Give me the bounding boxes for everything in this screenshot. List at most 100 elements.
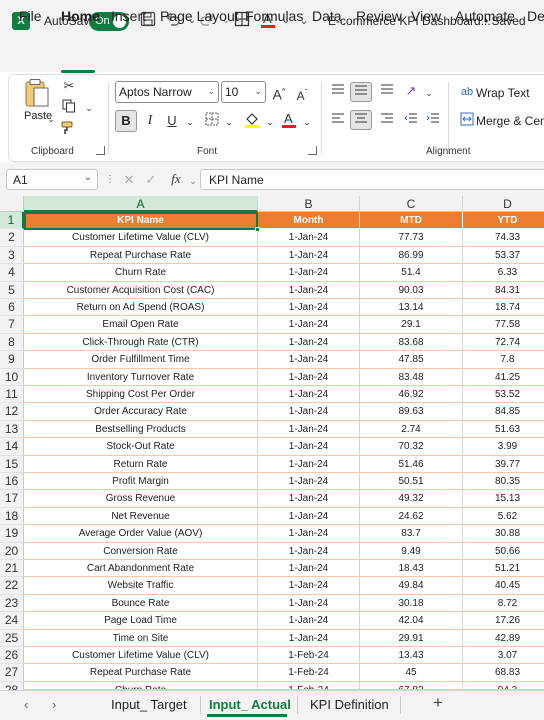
table-cell[interactable]: 1-Jan-24 xyxy=(258,386,360,404)
tab-insert[interactable]: Insert xyxy=(111,8,146,24)
row-header[interactable]: 13 xyxy=(0,420,24,439)
table-cell[interactable]: Customer Acquisition Cost (CAC) xyxy=(24,281,258,299)
table-cell[interactable]: 50.51 xyxy=(360,473,463,491)
table-cell[interactable]: 1-Jan-24 xyxy=(258,368,360,386)
table-cell[interactable]: Shipping Cost Per Order xyxy=(24,386,258,404)
table-cell[interactable]: 24.62 xyxy=(360,507,463,526)
table-cell[interactable]: 1-Jan-24 xyxy=(258,560,360,578)
add-sheet-button[interactable]: + xyxy=(433,693,443,713)
table-cell[interactable]: 51.63 xyxy=(463,421,544,439)
tab-data[interactable]: Data xyxy=(312,8,342,24)
align-middle-icon[interactable] xyxy=(350,82,372,102)
table-cell[interactable]: 18.43 xyxy=(360,560,463,578)
more-options-icon[interactable]: ⋮ xyxy=(101,171,119,189)
table-cell[interactable]: 83.48 xyxy=(360,368,463,386)
table-cell[interactable]: 1-Feb-24 xyxy=(258,664,360,682)
tab-file[interactable]: File xyxy=(19,8,42,24)
table-cell[interactable]: 53.37 xyxy=(463,247,544,265)
table-cell[interactable]: Click-Through Rate (CTR) xyxy=(24,333,258,352)
paste-icon[interactable] xyxy=(24,78,50,108)
column-header[interactable]: D xyxy=(463,196,544,212)
row-header[interactable]: 27 xyxy=(0,664,24,682)
sheet-tab-input-actual[interactable]: Input_ Actual xyxy=(209,697,291,712)
borders-dropdown-icon[interactable]: ⌄ xyxy=(220,113,238,131)
header-cell[interactable]: KPI Name xyxy=(24,212,258,230)
font-color-icon[interactable]: A xyxy=(280,111,298,129)
row-header[interactable]: 21 xyxy=(0,560,24,578)
table-cell[interactable]: 1-Jan-24 xyxy=(258,542,360,560)
borders-icon[interactable] xyxy=(203,112,221,130)
font-launcher-icon[interactable] xyxy=(308,146,317,155)
table-cell[interactable]: 1-Jan-24 xyxy=(258,420,360,439)
row-header[interactable]: 18 xyxy=(0,507,24,526)
row-header[interactable]: 11 xyxy=(0,386,24,404)
tab-view[interactable]: View xyxy=(411,8,441,24)
table-cell[interactable]: 86.99 xyxy=(360,246,463,265)
row-header[interactable]: 6 xyxy=(0,299,24,317)
table-cell[interactable]: Return Rate xyxy=(24,455,258,473)
column-header[interactable]: A xyxy=(24,196,258,212)
name-box[interactable]: A1 ⌄ xyxy=(6,169,98,190)
table-cell[interactable]: Order Fulfillment Time xyxy=(24,351,258,369)
fill-handle[interactable] xyxy=(255,227,260,232)
row-header[interactable]: 19 xyxy=(0,525,24,543)
table-cell[interactable]: 77.58 xyxy=(463,316,544,334)
table-cell[interactable]: 68.83 xyxy=(463,664,544,682)
table-cell[interactable]: Website Traffic xyxy=(24,577,258,595)
orientation-dropdown-icon[interactable]: ⌄ xyxy=(420,84,438,102)
table-cell[interactable]: 1-Jan-24 xyxy=(258,629,360,647)
merge-center-icon[interactable] xyxy=(458,112,476,130)
tab-review[interactable]: Review xyxy=(356,8,402,24)
table-cell[interactable]: 13.43 xyxy=(360,647,463,665)
table-cell[interactable]: 6.33 xyxy=(463,264,544,282)
align-bottom-icon[interactable] xyxy=(378,82,396,100)
underline-dropdown-icon[interactable]: ⌄ xyxy=(181,113,199,131)
bold-button[interactable]: B xyxy=(115,110,137,132)
shrink-font-icon[interactable]: Aˇ xyxy=(293,84,311,103)
sheet-tab-input-target[interactable]: Input_ Target xyxy=(111,697,187,712)
table-cell[interactable]: 1-Jan-24 xyxy=(258,246,360,265)
cut-icon[interactable]: ✂ xyxy=(60,77,78,95)
table-cell[interactable]: Bestselling Products xyxy=(24,420,258,439)
table-cell[interactable]: 84.85 xyxy=(463,403,544,421)
tab-developer[interactable]: Dev xyxy=(527,8,544,24)
table-cell[interactable]: Net Revenue xyxy=(24,507,258,526)
enter-entry-icon[interactable]: ✓ xyxy=(142,171,160,189)
decrease-indent-icon[interactable] xyxy=(402,111,420,129)
row-header[interactable]: 3 xyxy=(0,246,24,265)
table-cell[interactable]: Cart Abandonment Rate xyxy=(24,560,258,578)
align-right-icon[interactable] xyxy=(378,111,396,129)
table-cell[interactable]: 51.46 xyxy=(360,455,463,473)
table-cell[interactable]: 83.68 xyxy=(360,333,463,352)
row-header[interactable]: 7 xyxy=(0,316,24,334)
table-cell[interactable]: 53.52 xyxy=(463,386,544,404)
table-cell[interactable]: 46.92 xyxy=(360,386,463,404)
table-cell[interactable]: 13.14 xyxy=(360,299,463,317)
row-header[interactable]: 22 xyxy=(0,577,24,595)
table-cell[interactable]: 2.74 xyxy=(360,420,463,439)
align-top-icon[interactable] xyxy=(329,82,347,100)
paste-dropdown-icon[interactable]: ⌄ xyxy=(42,110,60,128)
cancel-entry-icon[interactable]: ✕ xyxy=(120,171,138,189)
table-cell[interactable]: Page Load Time xyxy=(24,612,258,630)
column-header[interactable]: C xyxy=(360,196,463,212)
table-cell[interactable]: 1-Feb-24 xyxy=(258,681,360,690)
column-header[interactable]: B xyxy=(258,196,360,212)
table-cell[interactable]: Profit Margin xyxy=(24,473,258,491)
table-cell[interactable]: 29.1 xyxy=(360,316,463,334)
fill-color-dropdown-icon[interactable]: ⌄ xyxy=(261,113,279,131)
table-cell[interactable]: Repeat Purchase Rate xyxy=(24,664,258,682)
table-cell[interactable]: 1-Jan-24 xyxy=(258,577,360,595)
row-header[interactable]: 20 xyxy=(0,542,24,560)
table-cell[interactable]: 42.89 xyxy=(463,630,544,647)
table-cell[interactable]: 39.77 xyxy=(463,456,544,473)
table-cell[interactable]: 89.63 xyxy=(360,403,463,421)
header-cell[interactable]: YTD xyxy=(463,212,544,230)
table-cell[interactable]: 18.74 xyxy=(463,299,544,317)
copy-dropdown-icon[interactable]: ⌄ xyxy=(80,99,98,117)
table-cell[interactable]: 17.26 xyxy=(463,612,544,630)
table-cell[interactable]: 1-Jan-24 xyxy=(258,594,360,613)
table-cell[interactable]: 7.8 xyxy=(463,351,544,369)
row-header[interactable]: 4 xyxy=(0,264,24,282)
table-cell[interactable]: 1-Jan-24 xyxy=(258,229,360,247)
